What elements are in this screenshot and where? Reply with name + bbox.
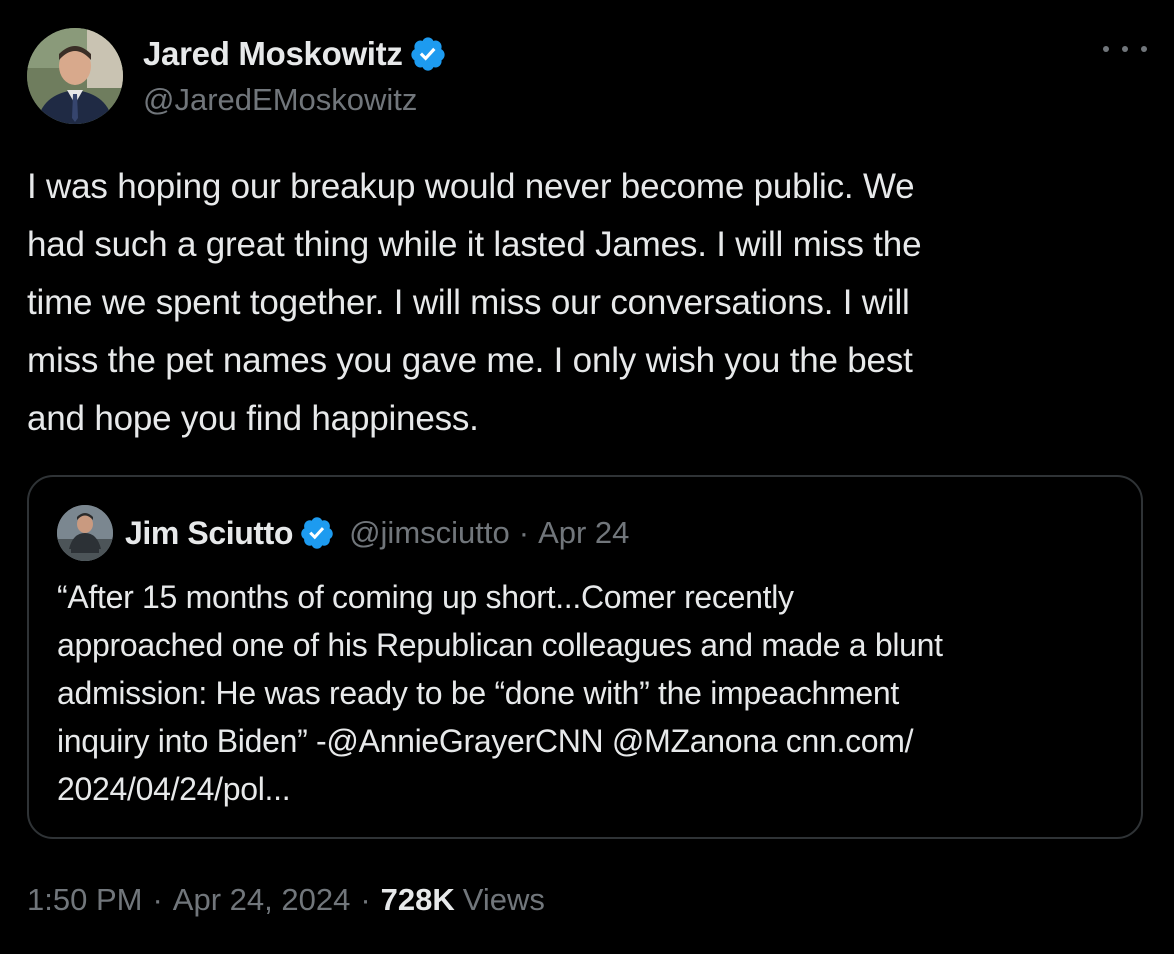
quoted-tweet-header: Jim Sciutto @jimsciutto · Apr 24 (57, 505, 629, 561)
profile-photo (57, 505, 113, 561)
tweet-header: Jared Moskowitz @JaredEMoskowitz (27, 28, 1147, 126)
verified-badge-icon (301, 517, 333, 549)
tweet-text-line: had such a great thing while it lasted J… (27, 225, 922, 264)
verified-badge-icon (410, 37, 445, 71)
quoted-tweet-date[interactable]: Apr 24 (538, 515, 629, 551)
quoted-text-line: inquiry into Biden” -@AnnieGrayerCNN @MZ… (57, 723, 914, 759)
quoted-text-line: admission: He was ready to be “done with… (57, 675, 899, 711)
tweet-text-line: time we spent together. I will miss our … (27, 283, 910, 322)
more-options-icon (1103, 46, 1109, 52)
quoted-author-handle[interactable]: @jimsciutto (349, 515, 510, 551)
tweet-text-line: I was hoping our breakup would never bec… (27, 167, 915, 206)
quoted-author-avatar[interactable] (57, 505, 113, 561)
author-name[interactable]: Jared Moskowitz (143, 35, 403, 73)
quoted-author-name[interactable]: Jim Sciutto (125, 515, 293, 552)
more-options-button[interactable] (1103, 34, 1147, 64)
more-options-icon-dot (1122, 46, 1128, 52)
quoted-tweet-card[interactable]: Jim Sciutto @jimsciutto · Apr 24 “After … (27, 475, 1143, 839)
quoted-text-line: 2024/04/24/pol... (57, 771, 291, 807)
tweet-meta: 1:50 PM · Apr 24, 2024 · 728K Views (27, 882, 545, 918)
tweet: Jared Moskowitz @JaredEMoskowitz I was h… (0, 0, 1174, 954)
author-handle[interactable]: @JaredEMoskowitz (143, 82, 417, 118)
quoted-tweet-text: “After 15 months of coming up short...Co… (57, 573, 1127, 813)
views-count: 728K (380, 882, 455, 917)
profile-photo (27, 28, 123, 124)
tweet-text-line: and hope you find happiness. (27, 399, 479, 438)
tweet-time[interactable]: 1:50 PM (27, 882, 142, 918)
views-label: Views (462, 882, 545, 917)
quoted-text-line: approached one of his Republican colleag… (57, 627, 943, 663)
tweet-text: I was hoping our breakup would never bec… (27, 158, 1127, 448)
separator-dot: · (518, 515, 530, 550)
quoted-text-line: “After 15 months of coming up short...Co… (57, 579, 794, 615)
author-name-row: Jared Moskowitz (143, 34, 447, 74)
separator-dot: · (360, 882, 371, 917)
author-avatar[interactable] (27, 28, 123, 124)
more-options-icon-dot (1141, 46, 1147, 52)
separator-dot: · (152, 882, 163, 917)
tweet-date[interactable]: Apr 24, 2024 (173, 882, 351, 918)
tweet-text-line: miss the pet names you gave me. I only w… (27, 341, 913, 380)
